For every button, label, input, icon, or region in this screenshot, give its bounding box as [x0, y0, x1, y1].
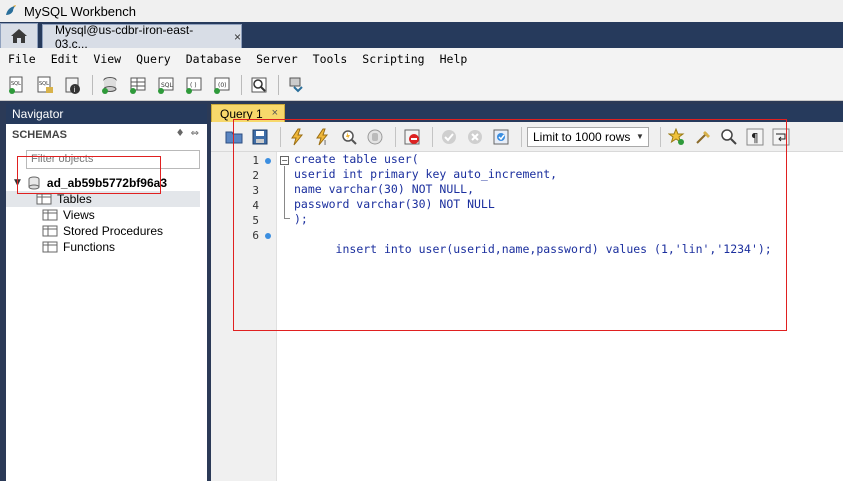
inspector-button[interactable]: i	[62, 74, 84, 96]
create-table-icon	[130, 77, 146, 94]
search-icon	[251, 77, 267, 92]
menu-server[interactable]: Server	[256, 52, 298, 66]
close-icon[interactable]: ×	[272, 107, 278, 119]
tree-item-views[interactable]: Views	[42, 207, 95, 223]
create-schema-button[interactable]	[99, 74, 121, 96]
menu-scripting[interactable]: Scripting	[362, 52, 424, 66]
tree-item-label: Tables	[57, 192, 92, 206]
schemas-actions: ♦ ⇔	[176, 128, 199, 139]
home-tab[interactable]	[0, 23, 38, 48]
open-sql-icon: SQL	[37, 76, 53, 93]
menu-help[interactable]: Help	[440, 52, 468, 66]
create-function-icon: (0)	[214, 77, 230, 94]
refresh-icon[interactable]: ♦	[176, 128, 185, 139]
svg-text:SQL: SQL	[39, 81, 49, 87]
info-icon: i	[65, 77, 80, 94]
annotation-box-schema	[17, 156, 161, 194]
close-icon[interactable]: ×	[234, 30, 241, 44]
toolbar-separator	[278, 74, 279, 95]
reconnect-icon	[289, 77, 303, 92]
schemas-label: SCHEMAS	[12, 129, 68, 141]
menu-database[interactable]: Database	[186, 52, 241, 66]
svg-text:i: i	[74, 86, 76, 94]
create-procedure-button[interactable]: ( )	[183, 74, 205, 96]
toolbar-separator	[92, 74, 93, 95]
navigator-header: Navigator	[6, 104, 207, 124]
tree-item-label: Functions	[63, 240, 116, 254]
mysql-dolphin-icon	[6, 5, 16, 15]
menu-bar: File Edit View Query Database Server Too…	[0, 48, 843, 69]
new-sql-tab-icon: SQL	[9, 76, 23, 94]
tree-item-functions[interactable]: Functions	[42, 239, 115, 255]
collapse-icon[interactable]: ⇔	[191, 128, 199, 139]
tab-strip: Mysql@us-cdbr-iron-east-03.c... ×	[0, 22, 843, 51]
menu-view[interactable]: View	[93, 52, 121, 66]
procedures-icon	[42, 225, 58, 237]
svg-text:SQL: SQL	[161, 82, 174, 89]
svg-text:SQL: SQL	[11, 81, 21, 87]
annotation-box-query	[233, 119, 787, 331]
menu-query[interactable]: Query	[136, 52, 171, 66]
create-table-button[interactable]	[127, 74, 149, 96]
toolbar-separator	[241, 74, 242, 95]
reconnect-button[interactable]	[285, 74, 307, 96]
connection-tab[interactable]: Mysql@us-cdbr-iron-east-03.c... ×	[42, 22, 242, 51]
menu-file[interactable]: File	[8, 52, 36, 66]
create-view-button[interactable]: SQL	[155, 74, 177, 96]
main-toolbar: SQL SQL i SQL ( ) (0)	[0, 69, 843, 101]
search-table-data-button[interactable]	[248, 74, 270, 96]
tree-item-stored-procedures[interactable]: Stored Procedures	[42, 223, 163, 239]
tables-icon	[36, 193, 52, 205]
functions-icon	[42, 241, 58, 253]
menu-tools[interactable]: Tools	[313, 52, 348, 66]
window-title: MySQL Workbench	[24, 3, 136, 19]
svg-text:( ): ( )	[190, 82, 197, 89]
menu-edit[interactable]: Edit	[51, 52, 79, 66]
tree-item-label: Views	[63, 208, 95, 222]
schemas-row: SCHEMAS ♦ ⇔	[6, 124, 207, 146]
create-schema-icon	[102, 76, 117, 94]
home-icon	[11, 29, 27, 43]
create-view-icon: SQL	[158, 77, 174, 94]
new-sql-tab-button[interactable]: SQL	[6, 74, 28, 96]
views-icon	[42, 209, 58, 221]
create-function-button[interactable]: (0)	[211, 74, 233, 96]
connection-tab-label: Mysql@us-cdbr-iron-east-03.c...	[55, 22, 194, 51]
svg-text:(0): (0)	[218, 82, 227, 89]
title-bar: MySQL Workbench	[0, 0, 843, 22]
open-sql-script-button[interactable]: SQL	[34, 74, 56, 96]
create-procedure-icon: ( )	[186, 77, 202, 94]
tree-item-label: Stored Procedures	[63, 224, 164, 238]
